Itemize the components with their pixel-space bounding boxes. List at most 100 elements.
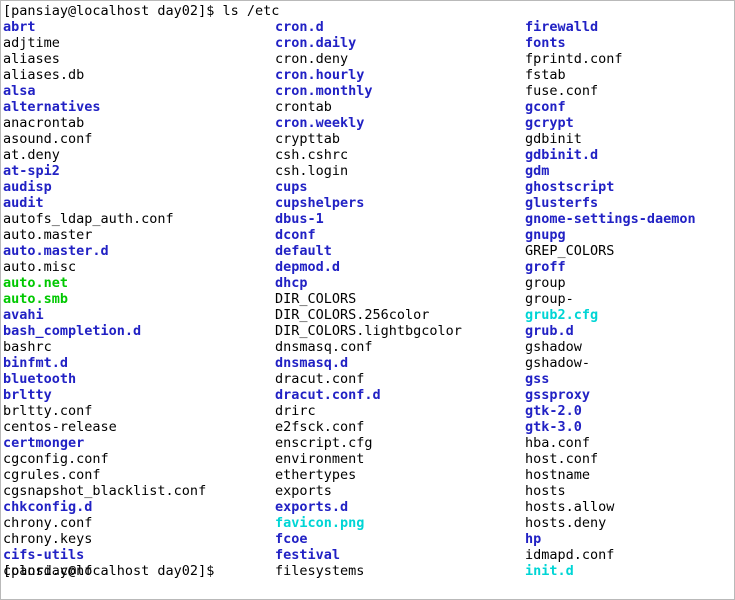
listing-entry: at-spi2 xyxy=(3,163,60,179)
command-prompt-line: [pansiay@localhost day02]$ ls /etc xyxy=(3,3,280,19)
listing-entry: DIR_COLORS xyxy=(275,291,357,307)
listing-entry: at.deny xyxy=(3,147,60,163)
listing-entry: group- xyxy=(525,291,574,307)
listing-entry: hosts.deny xyxy=(525,515,607,531)
listing-entry: default xyxy=(275,243,332,259)
listing-entry: gdbinit.d xyxy=(525,147,599,163)
listing-entry: ghostscript xyxy=(525,179,615,195)
listing-entry: dbus-1 xyxy=(275,211,324,227)
listing-entry: brltty.conf xyxy=(3,403,93,419)
listing-entry: bash_completion.d xyxy=(3,323,142,339)
listing-entry: gtk-2.0 xyxy=(525,403,582,419)
listing-entry: gshadow xyxy=(525,339,582,355)
listing-entry: firewalld xyxy=(525,19,599,35)
listing-entry: dhcp xyxy=(275,275,308,291)
listing-entry: adjtime xyxy=(3,35,60,51)
directory-listing: abrt adjtime aliases aliases.db alsa alternat… xyxy=(3,19,734,579)
listing-entry: gssproxy xyxy=(525,387,591,403)
listing-entry: avahi xyxy=(3,307,44,323)
listing-entry: abrt xyxy=(3,19,36,35)
listing-entry: dracut.conf xyxy=(275,371,365,387)
listing-entry: fonts xyxy=(525,35,566,51)
listing-entry: gshadow- xyxy=(525,355,591,371)
listing-entry: asound.conf xyxy=(3,131,93,147)
listing-entry: gdbinit xyxy=(525,131,582,147)
listing-entry: gconf xyxy=(525,99,566,115)
listing-entry: chrony.conf xyxy=(3,515,93,531)
listing-column-2: cron.d cron.daily cron.deny cron.hourly cron… xyxy=(275,19,462,579)
listing-entry: cron.d xyxy=(275,19,324,35)
listing-entry: fprintd.conf xyxy=(525,51,623,67)
listing-entry: environment xyxy=(275,451,365,467)
listing-entry: crypttab xyxy=(275,131,341,147)
listing-entry: chkconfig.d xyxy=(3,499,93,515)
listing-entry: favicon.png xyxy=(275,515,365,531)
listing-entry: alternatives xyxy=(3,99,101,115)
listing-entry: init.d xyxy=(525,563,574,579)
listing-entry: auto.master.d xyxy=(3,243,109,259)
listing-entry: hp xyxy=(525,531,542,547)
listing-entry: dnsmasq.conf xyxy=(275,339,373,355)
listing-entry: cgconfig.conf xyxy=(3,451,109,467)
listing-entry: brltty xyxy=(3,387,52,403)
listing-entry: glusterfs xyxy=(525,195,599,211)
listing-entry: certmonger xyxy=(3,435,85,451)
listing-entry: festival xyxy=(275,547,341,563)
listing-entry: cgrules.conf xyxy=(3,467,101,483)
listing-entry: audisp xyxy=(3,179,52,195)
listing-entry: depmod.d xyxy=(275,259,341,275)
listing-entry: hosts.allow xyxy=(525,499,615,515)
listing-entry: bluetooth xyxy=(3,371,77,387)
listing-entry: filesystems xyxy=(275,563,365,579)
listing-entry: dnsmasq.d xyxy=(275,355,349,371)
listing-entry: exports.d xyxy=(275,499,349,515)
listing-entry: DIR_COLORS.256color xyxy=(275,307,430,323)
listing-entry: cron.weekly xyxy=(275,115,365,131)
listing-entry: cgsnapshot_blacklist.conf xyxy=(3,483,207,499)
listing-entry: GREP_COLORS xyxy=(525,243,615,259)
listing-entry: enscript.cfg xyxy=(275,435,373,451)
listing-entry: fstab xyxy=(525,67,566,83)
listing-entry: audit xyxy=(3,195,44,211)
listing-entry: auto.net xyxy=(3,275,69,291)
listing-entry: binfmt.d xyxy=(3,355,69,371)
listing-entry: cups xyxy=(275,179,308,195)
listing-entry: DIR_COLORS.lightbgcolor xyxy=(275,323,462,339)
listing-entry: aliases xyxy=(3,51,60,67)
listing-entry: groff xyxy=(525,259,566,275)
listing-entry: drirc xyxy=(275,403,316,419)
listing-entry: cupshelpers xyxy=(275,195,365,211)
listing-entry: centos-release xyxy=(3,419,117,435)
listing-entry: cron.deny xyxy=(275,51,349,67)
listing-entry: csh.cshrc xyxy=(275,147,349,163)
listing-entry: ethertypes xyxy=(275,467,357,483)
listing-entry: alsa xyxy=(3,83,36,99)
listing-entry: host.conf xyxy=(525,451,599,467)
listing-entry: anacrontab xyxy=(3,115,85,131)
listing-entry: hostname xyxy=(525,467,591,483)
listing-entry: grub.d xyxy=(525,323,574,339)
listing-entry: idmapd.conf xyxy=(525,547,615,563)
listing-entry: auto.misc xyxy=(3,259,77,275)
listing-entry: fuse.conf xyxy=(525,83,599,99)
listing-entry: cron.hourly xyxy=(275,67,365,83)
listing-entry: gnome-settings-daemon xyxy=(525,211,696,227)
listing-entry: gnupg xyxy=(525,227,566,243)
listing-entry: dracut.conf.d xyxy=(275,387,381,403)
terminal-content: [pansiay@localhost day02]$ ls /etc abrt a… xyxy=(1,1,734,579)
listing-entry: gtk-3.0 xyxy=(525,419,582,435)
listing-entry: gdm xyxy=(525,163,550,179)
listing-column-1: abrt adjtime aliases aliases.db alsa alternat… xyxy=(3,19,206,579)
listing-entry: autofs_ldap_auth.conf xyxy=(3,211,174,227)
listing-entry: dconf xyxy=(275,227,316,243)
listing-entry: crontab xyxy=(275,99,332,115)
listing-entry: fcoe xyxy=(275,531,308,547)
listing-entry: e2fsck.conf xyxy=(275,419,365,435)
listing-entry: gss xyxy=(525,371,550,387)
listing-entry: colord.conf xyxy=(3,563,93,579)
listing-column-3: firewalld fonts fprintd.conf fstab fuse.conf… xyxy=(525,19,696,579)
listing-entry: cron.daily xyxy=(275,35,357,51)
listing-entry: hba.conf xyxy=(525,435,591,451)
terminal-window[interactable]: [pansiay@localhost day02]$ ls /etc abrt a… xyxy=(0,0,735,600)
listing-entry: hosts xyxy=(525,483,566,499)
